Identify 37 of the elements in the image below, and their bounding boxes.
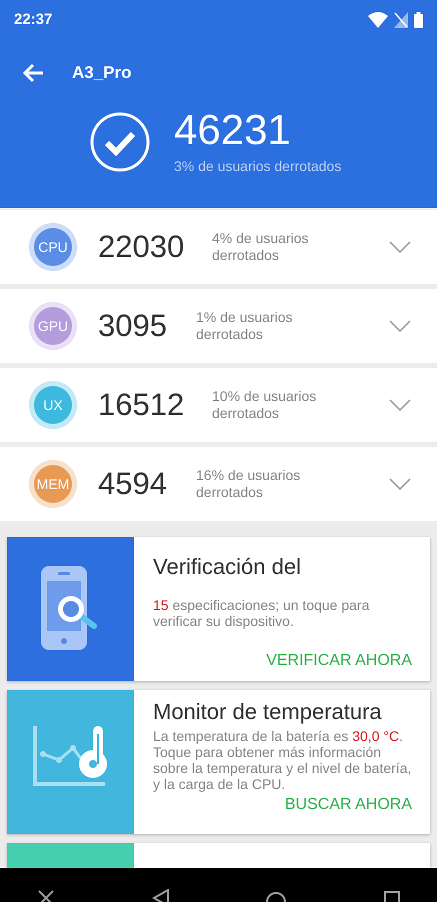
category-score: 16512 [98, 386, 186, 424]
close-icon[interactable] [36, 890, 56, 902]
category-badge: CPU [30, 224, 76, 270]
chevron-icon[interactable] [389, 320, 411, 332]
chevron-icon[interactable] [389, 399, 411, 411]
battery-icon [414, 12, 423, 28]
no-signal-icon [394, 12, 408, 28]
category-note: 16% de usuarios derrotados [196, 467, 302, 501]
status-time: 22:37 [14, 10, 52, 30]
card-description: La temperatura de la batería es 30,0 °C. Toque para obtener más información sobre la temperatura y el nivel de batería, y la carga de la CPU. [153, 728, 412, 792]
card-title: Monitor de temperatura [153, 698, 383, 726]
card-description: 15 especificaciones; un toque para verificar su dispositivo. [153, 597, 370, 629]
score-subtitle: 3% de usuarios derrotados [174, 157, 342, 176]
feature-card[interactable]: Monitor de temperatura La temperatura de la batería es 30,0 °C. Toque para obtener más información sobre la temperatura y el nivel de batería, y la carga de la CPU. BUSCAR AHORA [7, 690, 430, 834]
card-title: Verificación del [153, 553, 302, 581]
score-row[interactable]: UX 16512 10% de usuarios derrotados [0, 368, 437, 442]
category-badge: UX [30, 382, 76, 428]
total-score: 46231 [174, 106, 292, 154]
chevron-icon[interactable] [389, 241, 411, 253]
category-note: 1% de usuarios derrotados [196, 309, 294, 343]
chevron-icon[interactable] [389, 478, 411, 490]
score-row[interactable]: GPU 3095 1% de usuarios derrotados [0, 289, 437, 363]
category-badge: GPU [30, 303, 76, 349]
wifi-icon [368, 12, 388, 28]
category-badge: MEM [30, 461, 76, 507]
feature-card[interactable]: Verificación del 15 especificaciones; un toque para verificar su dispositivo. VERIFICAR AHORA [7, 537, 430, 681]
category-note: 4% de usuarios derrotados [212, 230, 310, 264]
back-triangle-icon[interactable] [152, 889, 170, 902]
category-score: 3095 [98, 306, 168, 345]
score-row[interactable]: MEM 4594 16% de usuarios derrotados [0, 447, 437, 521]
device-name: A3_Pro [72, 62, 132, 84]
category-note: 10% de usuarios derrotados [212, 388, 318, 422]
category-score: 22030 [98, 228, 186, 266]
check-circle-icon [90, 112, 150, 172]
score-row[interactable]: CPU 22030 4% de usuarios derrotados [0, 210, 437, 284]
back-arrow-icon[interactable] [22, 63, 44, 83]
category-score: 4594 [98, 464, 168, 503]
